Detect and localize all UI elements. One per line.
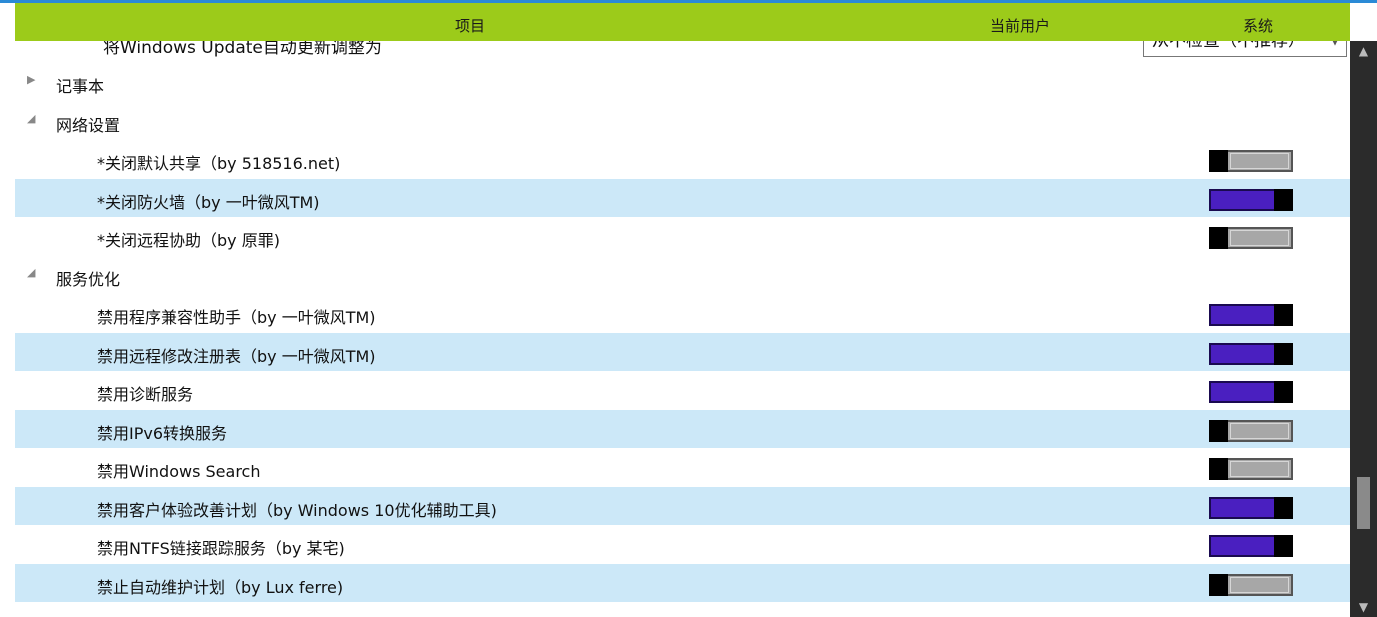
setting-label: *关闭防火墙（by 一叶微风TM) — [97, 192, 320, 212]
setting-toggle[interactable] — [1209, 458, 1293, 480]
setting-row[interactable]: 禁用程序兼容性助手（by 一叶微风TM) — [15, 294, 1350, 333]
setting-row[interactable]: 禁用远程修改注册表（by 一叶微风TM) — [15, 332, 1350, 371]
setting-label: 禁用Windows Search — [97, 462, 261, 481]
column-header-current-user[interactable]: 当前用户 — [990, 15, 1050, 36]
scroll-up-arrow-icon[interactable]: ▲ — [1350, 41, 1377, 61]
setting-toggle[interactable] — [1209, 188, 1293, 211]
update-mode-select[interactable]: 从不检查（不推荐） ▼ — [1143, 41, 1347, 57]
setting-label: 禁用NTFS链接跟踪服务（by 某宅) — [97, 539, 345, 558]
setting-label: 禁止自动维护计划（by Lux ferre) — [97, 577, 344, 597]
setting-label: 禁用诊断服务 — [97, 385, 194, 404]
setting-label: *关闭远程协助（by 原罪) — [97, 231, 280, 250]
setting-row[interactable]: 禁止自动维护计划（by Lux ferre) — [15, 563, 1350, 602]
setting-label: 禁用程序兼容性助手（by 一叶微风TM) — [97, 308, 376, 327]
triangle-down-icon[interactable]: ◢ — [27, 266, 35, 279]
update-mode-select-value: 从不检查（不推荐） — [1152, 41, 1305, 51]
setting-toggle[interactable] — [1209, 535, 1293, 557]
triangle-right-icon[interactable]: ▶ — [27, 73, 35, 86]
setting-row[interactable]: *关闭防火墙（by 一叶微风TM) — [15, 178, 1350, 217]
partial-row-windows-update: 将Windows Update自动更新调整为 从不检查（不推荐） ▼ — [15, 41, 1350, 63]
scrollbar-thumb[interactable] — [1357, 477, 1370, 529]
partial-row-label: 将Windows Update自动更新调整为 — [103, 41, 382, 58]
setting-row[interactable]: 禁用Windows Search — [15, 448, 1350, 487]
setting-toggle[interactable] — [1209, 573, 1293, 596]
chevron-down-icon: ▼ — [1330, 41, 1340, 56]
settings-list: ▶ 记事本 ◢ 网络设置 *关闭默认共享（by 518516.net) *关闭防火墙（by… — [15, 63, 1350, 602]
setting-toggle[interactable] — [1209, 381, 1293, 403]
setting-toggle[interactable] — [1209, 342, 1293, 365]
setting-toggle[interactable] — [1209, 150, 1293, 172]
column-header-system[interactable]: 系统 — [1243, 15, 1273, 36]
setting-label: 禁用远程修改注册表（by 一叶微风TM) — [97, 346, 376, 366]
setting-row[interactable]: 禁用NTFS链接跟踪服务（by 某宅) — [15, 525, 1350, 564]
setting-label: 禁用客户体验改善计划（by Windows 10优化辅助工具) — [97, 500, 497, 520]
bottom-edge — [0, 611, 1350, 617]
setting-label: 禁用IPv6转换服务 — [97, 423, 228, 443]
setting-row[interactable]: 禁用客户体验改善计划（by Windows 10优化辅助工具) — [15, 486, 1350, 525]
group-row[interactable]: ◢ 网络设置 — [15, 102, 1350, 141]
setting-toggle[interactable] — [1209, 227, 1293, 249]
group-row[interactable]: ◢ 服务优化 — [15, 256, 1350, 295]
setting-toggle[interactable] — [1209, 496, 1293, 519]
vertical-scrollbar[interactable]: ▲ ▼ — [1350, 41, 1377, 617]
setting-toggle[interactable] — [1209, 304, 1293, 326]
setting-row[interactable]: *关闭远程协助（by 原罪) — [15, 217, 1350, 256]
setting-row[interactable]: 禁用IPv6转换服务 — [15, 409, 1350, 448]
setting-row[interactable]: *关闭默认共享（by 518516.net) — [15, 140, 1350, 179]
column-header: 项目 当前用户 系统 — [15, 3, 1350, 41]
group-label: 服务优化 — [56, 269, 121, 289]
setting-row[interactable]: 禁用诊断服务 — [15, 371, 1350, 410]
scroll-down-arrow-icon[interactable]: ▼ — [1350, 597, 1377, 617]
group-label: 网络设置 — [56, 115, 121, 135]
setting-label: *关闭默认共享（by 518516.net) — [97, 154, 341, 173]
group-label: 记事本 — [56, 77, 105, 96]
triangle-down-icon[interactable]: ◢ — [27, 112, 35, 125]
group-row[interactable]: ▶ 记事本 — [15, 63, 1350, 102]
setting-toggle[interactable] — [1209, 419, 1293, 442]
column-header-item[interactable]: 项目 — [455, 15, 485, 36]
